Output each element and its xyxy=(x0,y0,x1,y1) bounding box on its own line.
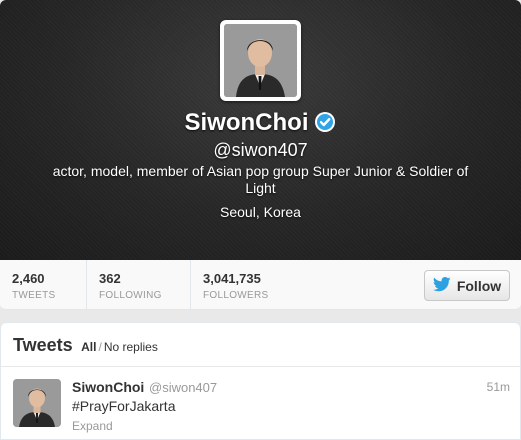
stat-followers-label: FOLLOWERS xyxy=(203,290,269,301)
tweets-filter: All / No replies xyxy=(81,340,158,354)
twitter-bird-icon xyxy=(432,276,451,295)
follow-button[interactable]: Follow xyxy=(424,270,510,301)
profile-handle: @siwon407 xyxy=(213,140,308,160)
tweet-item[interactable]: SiwonChoi @siwon407 51m #PrayForJakarta … xyxy=(1,367,520,440)
tweets-header: Tweets All / No replies xyxy=(1,323,520,367)
stat-following-count: 362 xyxy=(99,271,121,286)
tweet-timestamp[interactable]: 51m xyxy=(487,380,510,394)
profile-header: SiwonChoi @siwon407 actor, model, member… xyxy=(0,0,521,260)
tweets-title: Tweets xyxy=(13,335,73,355)
profile-bio: actor, model, member of Asian pop group … xyxy=(52,163,469,196)
filter-all[interactable]: All xyxy=(81,340,96,354)
stat-tweets[interactable]: 2,460 TWEETS xyxy=(0,260,87,310)
profile-name: SiwonChoi xyxy=(184,109,309,136)
filter-separator: / xyxy=(98,340,102,354)
tweets-timeline: Tweets All / No replies SiwonChoi @siwon40… xyxy=(0,322,521,440)
follow-button-label: Follow xyxy=(456,277,502,294)
profile-location: Seoul, Korea xyxy=(220,204,301,220)
stat-followers[interactable]: 3,041,735 FOLLOWERS xyxy=(191,260,311,310)
filter-no-replies[interactable]: No replies xyxy=(104,340,158,354)
stat-tweets-label: TWEETS xyxy=(12,290,56,301)
tweet-author-name[interactable]: SiwonChoi xyxy=(72,379,144,395)
tweet-avatar[interactable] xyxy=(13,379,61,427)
profile-avatar[interactable] xyxy=(220,20,301,101)
tweet-author-handle[interactable]: @siwon407 xyxy=(149,380,217,395)
profile-name-row: SiwonChoi xyxy=(0,109,521,140)
verified-badge-icon xyxy=(314,111,336,140)
stat-following-label: FOLLOWING xyxy=(99,290,162,301)
stat-following[interactable]: 362 FOLLOWING xyxy=(87,260,191,310)
avatar-image xyxy=(224,24,297,97)
stat-tweets-count: 2,460 xyxy=(12,271,45,286)
tweet-expand-link[interactable]: Expand xyxy=(72,419,113,433)
stat-followers-count: 3,041,735 xyxy=(203,271,261,286)
tweet-text: #PrayForJakarta xyxy=(72,398,176,414)
